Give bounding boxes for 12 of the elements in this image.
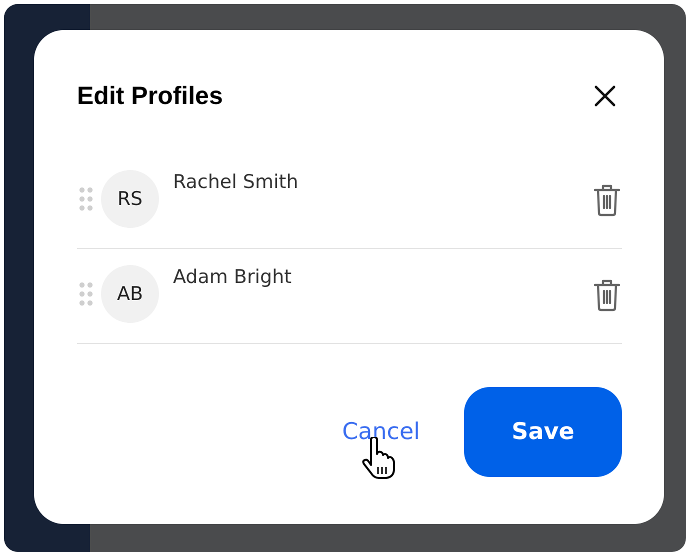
drag-handle-icon[interactable] [79, 187, 93, 211]
avatar: RS [101, 170, 159, 228]
profile-name: Rachel Smith [173, 171, 300, 193]
avatar: AB [101, 265, 159, 323]
delete-icon[interactable] [592, 183, 622, 217]
delete-icon[interactable] [592, 278, 622, 312]
dialog-title: Edit Profiles [77, 82, 223, 110]
profile-name: Adam Bright [173, 266, 293, 288]
cancel-button[interactable]: Cancel [342, 419, 420, 445]
save-button[interactable]: Save [464, 387, 622, 477]
close-button[interactable] [592, 83, 618, 109]
drag-handle-icon[interactable] [79, 282, 93, 306]
